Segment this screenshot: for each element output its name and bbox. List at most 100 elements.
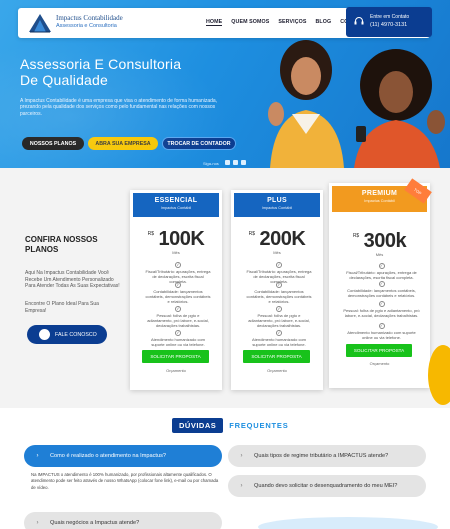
check-icon: ✓: [175, 262, 181, 268]
plan-feature: ✓ Contabilidade: lançamentos contábeis, d…: [245, 282, 313, 304]
hero-people-illustration: [268, 40, 445, 168]
price-period: Mês: [375, 252, 384, 257]
price-value: 300k: [363, 230, 407, 252]
faq-title-a: DÚVIDAS: [172, 418, 224, 433]
check-icon: ✓: [175, 330, 181, 336]
plan-subtitle: Impactus Contábil: [364, 199, 395, 203]
hero-title-line1: Assessoria E Consultoria: [20, 56, 182, 72]
trocar-de-contador-button[interactable]: TROCAR DE CONTADOR: [162, 137, 236, 150]
plan-feature: ✓ Pessoal: folha de pgto e adiantamento, …: [144, 306, 212, 328]
price-currency: R$: [147, 231, 155, 237]
check-icon: ✓: [378, 301, 385, 307]
plan-name: PLUS: [267, 197, 287, 204]
plan-feature: ✓ Contabilidade: lançamentos contábeis, d…: [343, 281, 420, 298]
solicitar-proposta-button[interactable]: SOLICITAR PROPOSTA: [243, 350, 310, 363]
plan-feature-text: Pessoal: folha de pgto e adiantamento, p…: [147, 313, 209, 328]
faq-item-atendimento[interactable]: › Como é realizado o atendimento na Impa…: [24, 445, 222, 467]
plan-feature: ✓ Atendimento humanizado com suporte onli…: [245, 330, 313, 347]
plan-header: ESSENCIAL Impactus Contábil: [133, 193, 219, 217]
faq-question: Quais tipos de regime tributário a IMPAC…: [254, 453, 389, 459]
decorative-yellow-shape: [428, 345, 450, 405]
contact-box[interactable]: Entre em Contato (11) 4970-3131: [346, 7, 432, 37]
brand-tagline: Assessoria e Consultoria: [56, 23, 117, 29]
hero-title: Assessoria E Consultoria De Qualidade: [20, 56, 181, 88]
plan-card-plus: PLUS Impactus Contábil R$ 200K Mês ✓ Fisc…: [231, 190, 323, 390]
plan-feature-text: Pessoal: folha de pgto e adiantamento, p…: [343, 308, 420, 318]
plans-text: Aqui Na Impactus Contabilidade Você Rece…: [25, 270, 120, 289]
plan-feature: ✓ Fiscal/Tributário: apurações, entrega d…: [144, 262, 212, 284]
plan-feature-text: Contabilidade: lançamentos contábeis, de…: [246, 289, 312, 304]
plan-feature-text: Pessoal: folha de pgto e adiantamento, p…: [248, 313, 310, 328]
faq-item-desenquadramento-mei[interactable]: › Quando devo solicitar o desenquadramen…: [228, 475, 426, 497]
plan-subtitle: Impactus Contábil: [160, 206, 192, 210]
plan-feature: ✓ Contabilidade: lançamentos contábeis, d…: [144, 282, 212, 304]
faq-answer: Na IMPACTUS o atendimento é 100% humaniz…: [31, 472, 219, 490]
plan-price: R$ 300k: [329, 230, 430, 253]
top-navbar: Impactus Contabilidade Assessoria e Cons…: [18, 7, 432, 38]
chevron-right-icon: ›: [240, 483, 243, 489]
check-icon: ✓: [378, 281, 385, 287]
nav-item-blog[interactable]: BLOG: [315, 19, 331, 26]
faq-item-negocios[interactable]: › Quais negócios a Impactus atende?: [24, 512, 222, 529]
solicitar-proposta-button[interactable]: SOLICITAR PROPOSTA: [142, 350, 209, 363]
nav-item-quem-somos[interactable]: QUEM SOMOS: [231, 19, 269, 26]
faq-question: Quando devo solicitar o desenquadramento…: [254, 483, 398, 489]
plan-card-essencial: ESSENCIAL Impactus Contábil R$ 100K Mês …: [130, 190, 222, 390]
linkedin-icon[interactable]: [241, 160, 246, 165]
instagram-icon[interactable]: [225, 160, 230, 165]
hero-title-line2: De Qualidade: [20, 72, 109, 88]
plan-price: R$ 200K: [231, 228, 323, 251]
plan-feature-text: Contabilidade: lançamentos contábeis, de…: [347, 288, 416, 298]
plan-feature-text: Atendimento humanizado com suporte onlin…: [150, 337, 206, 347]
plan-price: R$ 100K: [130, 228, 222, 251]
logo-icon[interactable]: [28, 13, 52, 33]
check-icon: ✓: [276, 262, 282, 268]
facebook-icon[interactable]: [233, 160, 238, 165]
abra-sua-empresa-button[interactable]: ABRA SUA EMPRESA: [88, 137, 158, 150]
fale-conosco-button[interactable]: FALE CONOSCO: [27, 325, 107, 344]
price-currency: R$: [352, 233, 360, 239]
nav-item-servicos[interactable]: SERVIÇOS: [278, 19, 306, 26]
social-links: [225, 160, 246, 165]
check-icon: ✓: [378, 323, 385, 329]
check-icon: ✓: [276, 306, 282, 312]
price-value: 200K: [259, 228, 306, 250]
plan-feature-text: Fiscal/Tributário: apurações, entrega de…: [346, 270, 417, 280]
check-icon: ✓: [175, 306, 181, 312]
headset-icon: [354, 17, 364, 25]
nossos-planos-button[interactable]: NOSSOS PLANOS: [22, 137, 84, 150]
plan-footnote: Orçamento: [369, 361, 390, 366]
chevron-right-icon: ›: [240, 453, 243, 459]
plan-feature: ✓ Pessoal: folha de pgto e adiantamento, …: [245, 306, 313, 328]
price-value: 100K: [158, 228, 205, 250]
faq-question: Como é realizado o atendimento na Impact…: [50, 453, 166, 459]
solicitar-proposta-button[interactable]: SOLICITAR PROPOSTA: [346, 344, 412, 357]
brand-name: Impactus Contabilidade: [56, 14, 123, 22]
decorative-wave: [258, 517, 438, 529]
plan-card-premium: PREMIUM Impactus Contábil TOP R$ 300k Mê…: [329, 178, 432, 388]
faq-item-regime-tributario[interactable]: › Quais tipos de regime tributário a IMP…: [228, 445, 426, 467]
plan-feature: ✓ Pessoal: folha de pgto e adiantamento, …: [343, 301, 420, 318]
contact-phone: (11) 4970-3131: [370, 22, 408, 28]
plan-subtitle: Impactus Contábil: [261, 206, 293, 210]
check-icon: ✓: [276, 282, 282, 288]
nav-item-home[interactable]: HOME: [206, 19, 223, 26]
plan-header: PREMIUM Impactus Contábil TOP: [332, 178, 432, 212]
plan-feature-text: Atendimento humanizado com suporte onlin…: [347, 330, 416, 340]
plan-feature: ✓ Atendimento humanizado com suporte onli…: [144, 330, 212, 347]
plan-feature-text: Atendimento humanizado com suporte onlin…: [251, 337, 307, 347]
plans-text-2: Encontre O Plano Ideal Para Sua Empresa!: [25, 301, 99, 314]
chevron-right-icon: ›: [36, 520, 39, 526]
plans-title: CONFIRA NOSSOS PLANOS: [25, 235, 98, 254]
price-period: Mês: [172, 250, 180, 255]
plan-feature-text: Contabilidade: lançamentos contábeis, de…: [145, 289, 211, 304]
plan-header: PLUS Impactus Contábil: [234, 193, 320, 217]
plan-name: ESSENCIAL: [154, 197, 198, 204]
plan-feature: ✓ Fiscal/Tributário: apurações, entrega d…: [245, 262, 313, 284]
hero-section: Impactus Contabilidade Assessoria e Cons…: [0, 0, 450, 168]
price-currency: R$: [248, 231, 256, 237]
hero-description: A Impactus Contabilidade é uma empresa q…: [20, 98, 218, 117]
brand-logo-text[interactable]: Impactus Contabilidade Assessoria e Cons…: [56, 14, 123, 30]
plan-feature: ✓ Atendimento humanizado com suporte onli…: [343, 323, 420, 340]
faq-question: Quais negócios a Impactus atende?: [50, 520, 140, 526]
